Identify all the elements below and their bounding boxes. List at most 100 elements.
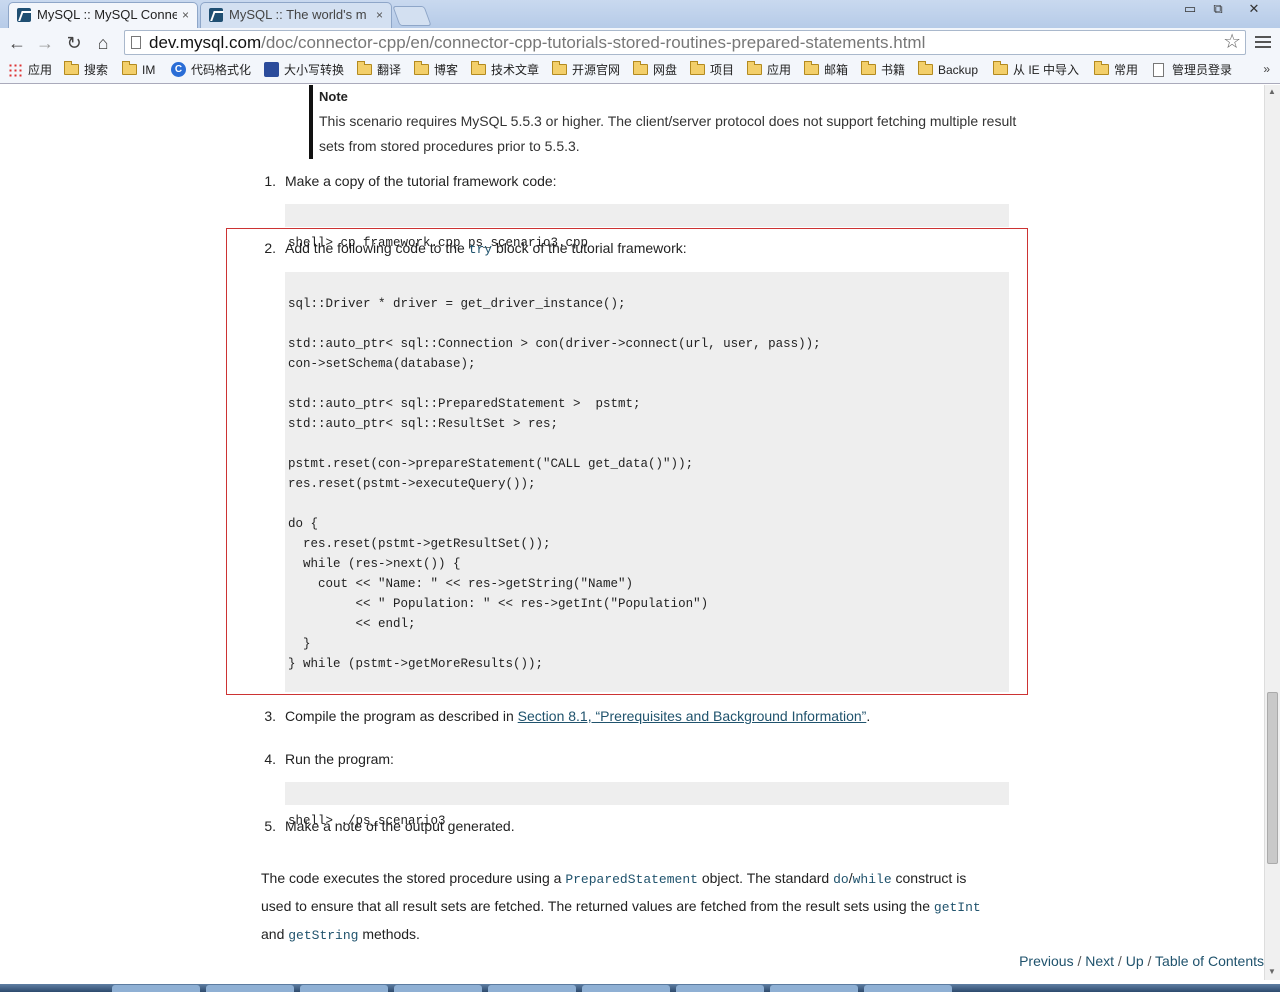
step-number: 3. [264,708,276,724]
bookmark-folder[interactable]: 书籍 [861,61,905,78]
url-text[interactable]: dev.mysql.com/doc/connector-cpp/en/conne… [149,33,925,53]
folder-icon [552,61,567,75]
bookmark-folder[interactable]: 搜索 [64,61,108,78]
bookmark-apps[interactable]: 应用 [8,62,52,78]
tab-title: MySQL :: MySQL Conne [37,7,177,22]
inline-code: getInt [933,900,981,915]
bookmark-folder[interactable]: 应用 [747,61,791,78]
page-icon [1153,63,1164,77]
browser-menu-button[interactable] [1254,33,1272,51]
code-line: pstmt.reset(con->prepareStatement("CALL … [288,457,694,471]
folder-icon [804,61,819,75]
step-text: Run the program: [285,751,394,767]
mysql-favicon-icon [209,8,223,22]
bookmark-link[interactable]: C 代码格式化 [171,62,251,78]
code-line: << " Population: " << res->getInt("Popul… [288,597,709,611]
folder-icon [633,61,648,75]
folder-icon [357,61,372,75]
previous-link[interactable]: Previous [1019,953,1073,969]
taskbar-item[interactable] [488,985,576,992]
step-number: 4. [264,751,276,767]
code-line: res.reset(pstmt->getResultSet()); [288,537,551,551]
bookmark-folder[interactable]: 项目 [690,61,734,78]
step-text: Make a copy of the tutorial framework co… [285,173,557,189]
scroll-down-arrow-icon[interactable]: ▼ [1268,967,1276,976]
folder-icon [690,61,705,75]
taskbar-item[interactable] [770,985,858,992]
folder-icon [918,61,933,75]
bookmark-folder[interactable]: 从 IE 中导入 [993,61,1079,78]
close-icon[interactable]: × [376,3,383,27]
tab-mysql-connector[interactable]: MySQL :: MySQL Conne × [8,2,198,28]
code-line: } [288,637,311,651]
window-close-button[interactable]: ✕ [1240,0,1268,20]
taskbar-item[interactable] [864,985,952,992]
scroll-up-arrow-icon[interactable]: ▲ [1268,87,1276,96]
inline-code: do [833,872,849,887]
restore-button[interactable]: ⧉ [1204,0,1232,20]
bookmark-folder[interactable]: 常用 [1094,61,1138,78]
taskbar-item[interactable] [112,985,200,992]
address-bar[interactable]: dev.mysql.com/doc/connector-cpp/en/conne… [124,30,1246,55]
taskbar-item[interactable] [300,985,388,992]
bookmark-folder[interactable]: 博客 [414,61,458,78]
bookmark-folder[interactable]: 邮箱 [804,61,848,78]
bookmark-folder[interactable]: 网盘 [633,61,677,78]
up-link[interactable]: Up [1126,953,1144,969]
inline-code: getString [288,928,359,943]
scroll-thumb[interactable] [1267,692,1278,864]
home-button[interactable]: ⌂ [92,32,114,54]
code-block: shell> ./ps_scenario3 [285,782,1009,828]
next-link[interactable]: Next [1085,953,1114,969]
code-line: std::auto_ptr< sql::ResultSet > res; [288,417,559,431]
inline-code: while [852,872,892,887]
taskbar-item[interactable] [394,985,482,992]
bookmark-folder[interactable]: IM [122,61,155,78]
tab-bar: MySQL :: MySQL Conne × MySQL :: The worl… [0,0,1280,28]
folder-icon [1094,61,1109,75]
section-link[interactable]: Section 8.1, “Prerequisites and Backgrou… [518,708,867,724]
separator: / [1117,953,1122,969]
taskbar-item[interactable] [206,985,294,992]
separator: / [1077,953,1082,969]
new-tab-button[interactable] [392,6,432,26]
inline-code: PreparedStatement [565,872,698,887]
page-content: Note This scenario requires MySQL 5.5.3 … [0,85,1264,992]
forward-button[interactable]: → [34,32,56,54]
taskbar-item[interactable] [676,985,764,992]
vertical-scrollbar[interactable]: ▲ ▼ [1264,85,1280,980]
step-text: Make a note of the output generated. [285,818,515,834]
bookmark-folder[interactable]: 开源官网 [552,61,620,78]
toc-link[interactable]: Table of Contents [1155,953,1264,969]
note-title: Note [319,89,348,104]
code-line: cout << "Name: " << res->getString("Name… [288,577,634,591]
note-box: Note This scenario requires MySQL 5.5.3 … [309,85,1039,159]
separator: / [1147,953,1152,969]
bookmark-folder[interactable]: Backup [918,61,978,78]
inline-code: try [468,242,493,257]
close-icon[interactable]: × [182,3,189,27]
folder-icon [993,61,1008,75]
bookmarks-overflow-button[interactable]: » [1263,62,1270,76]
bookmark-page[interactable]: 管理员登录 [1152,62,1232,78]
bookmark-link[interactable]: 大小写转换 [264,62,344,78]
step-number: 5. [264,818,276,834]
back-button[interactable]: ← [6,32,28,54]
folder-icon [414,61,429,75]
bookmarks-bar: 应用 搜索 IM C 代码格式化 大小写转换 翻译 博客 技术文章 开源官网 网盘… [0,58,1280,84]
bookmark-folder[interactable]: 翻译 [357,61,401,78]
taskbar-item[interactable] [582,985,670,992]
tab-title: MySQL :: The world's m [229,7,367,22]
tab-mysql-world[interactable]: MySQL :: The world's m × [200,2,392,28]
reload-button[interactable]: ↻ [63,32,85,54]
bookmark-folder[interactable]: 技术文章 [471,61,539,78]
minimize-button[interactable]: ▭ [1176,0,1204,20]
footer-navigation: Previous / Next / Up / Table of Contents [1019,953,1264,969]
note-body: This scenario requires MySQL 5.5.3 or hi… [319,113,1017,154]
code-line: res.reset(pstmt->executeQuery()); [288,477,536,491]
bookmark-star-icon[interactable]: ☆ [1223,31,1241,53]
